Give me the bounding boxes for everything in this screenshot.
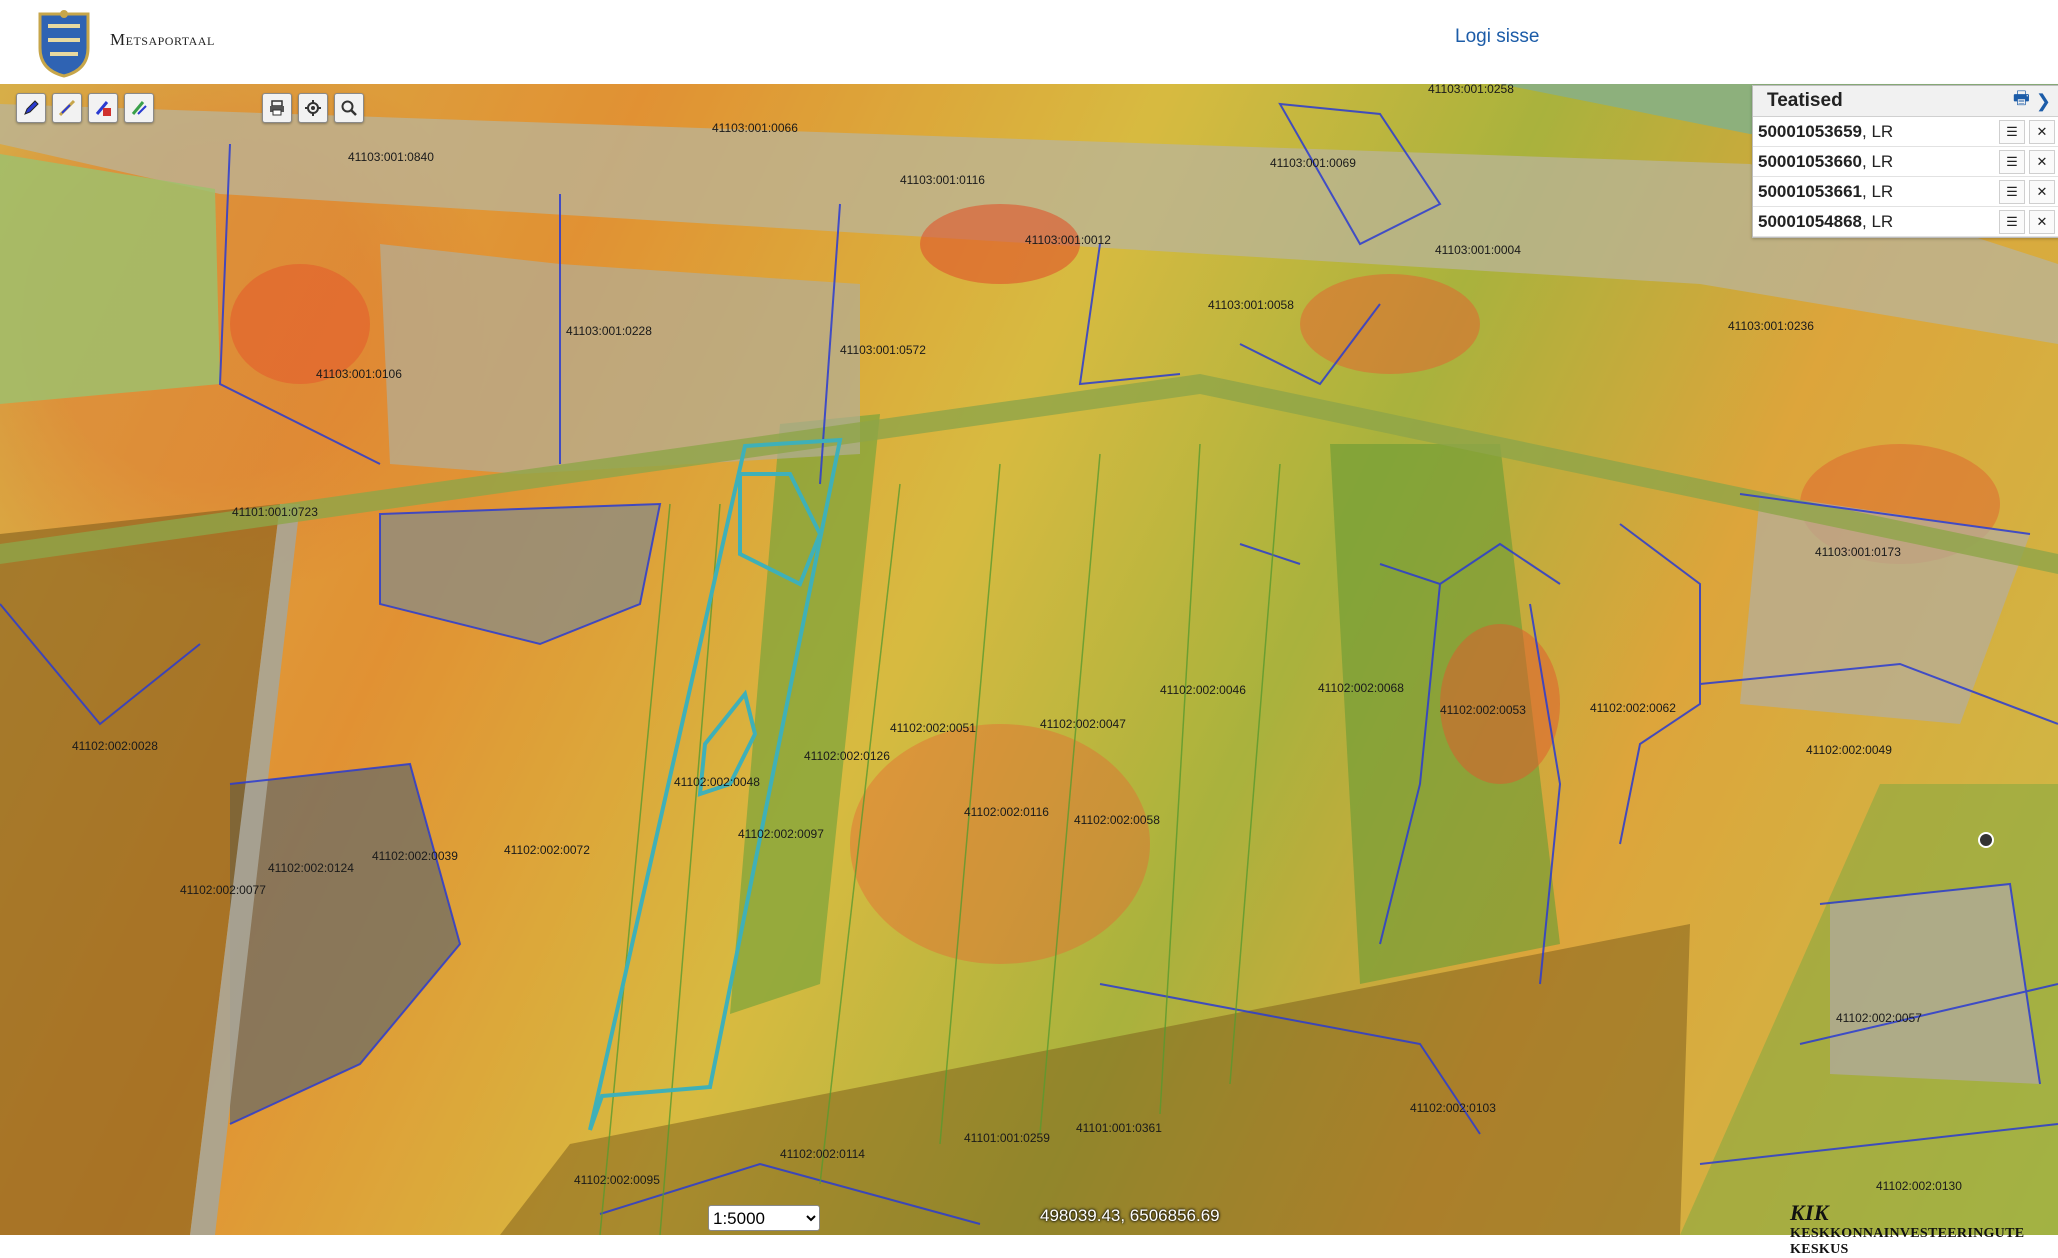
- coordinate-readout: 498039.43, 6506856.69: [1040, 1206, 1220, 1225]
- parcel-label: 41102:002:0046: [1160, 683, 1246, 697]
- panel-title: Teatised: [1767, 90, 1843, 111]
- parcel-label: 41103:001:0236: [1728, 319, 1814, 333]
- pencil-delete-icon[interactable]: [88, 93, 118, 123]
- pencil-line-icon[interactable]: [52, 93, 82, 123]
- parcel-label: 41102:002:0057: [1836, 1011, 1922, 1025]
- parcel-label: 41102:002:0126: [804, 749, 890, 763]
- pencil-icon[interactable]: [16, 93, 46, 123]
- parcel-label: 41102:002:0095: [574, 1173, 660, 1187]
- location-marker: [1978, 832, 1994, 848]
- list-icon[interactable]: ☰: [1999, 179, 2025, 204]
- print-icon[interactable]: 🖶: [2013, 86, 2030, 116]
- parcel-label: 41103:001:0012: [1025, 233, 1111, 247]
- parcel-label: 41103:001:0066: [712, 121, 798, 135]
- estonia-coat-of-arms-logo: [38, 10, 90, 78]
- map-layer: 41103:001:0066 41103:001:0840 41103:001:…: [0, 84, 2058, 1235]
- app-header: Metsaportaal Logi sisse: [0, 0, 2058, 84]
- notice-id: 50001053660: [1758, 151, 1863, 171]
- credit-logo: KIK Keskkonnainvesteeringute Keskus: [1790, 1200, 2058, 1258]
- close-icon[interactable]: ✕: [2029, 149, 2055, 174]
- kik-logo-mark: KIK: [1790, 1200, 1829, 1225]
- parcel-label: 41102:002:0114: [780, 1147, 865, 1161]
- parcel-label: 41103:001:0106: [316, 367, 402, 381]
- parcel-label: 41102:002:0047: [1040, 717, 1126, 731]
- map-toolbar: [262, 93, 364, 123]
- map-canvas[interactable]: 41103:001:0066 41103:001:0840 41103:001:…: [0, 84, 2058, 1235]
- parcel-label: 41103:001:0572: [840, 343, 926, 357]
- brand-title: Metsaportaal: [110, 30, 215, 49]
- parcel-label: 41102:002:0068: [1318, 681, 1404, 695]
- print-icon[interactable]: [262, 93, 292, 123]
- list-item[interactable]: 50001054868, LR ☰ ✕: [1753, 207, 2058, 237]
- parcel-label: 41102:002:0116: [964, 805, 1049, 819]
- notice-id: 50001053659: [1758, 121, 1863, 141]
- parcel-label: 41102:002:0051: [890, 721, 976, 735]
- parcel-label: 41103:001:0069: [1270, 156, 1356, 170]
- parcel-label: 41102:002:0039: [372, 849, 458, 863]
- parcel-label: 41101:001:0259: [964, 1131, 1050, 1145]
- parcel-label: 41101:001:0723: [232, 505, 318, 519]
- notice-type: , LR: [1862, 181, 1894, 201]
- parcel-label: 41103:001:0173: [1815, 545, 1901, 559]
- list-item[interactable]: 50001053661, LR ☰ ✕: [1753, 177, 2058, 207]
- close-icon[interactable]: ✕: [2029, 179, 2055, 204]
- parcel-label: 41103:001:0228: [566, 324, 652, 338]
- parcel-label: 41102:002:0062: [1590, 701, 1676, 715]
- notice-type: , LR: [1862, 211, 1894, 231]
- list-item[interactable]: 50001053659, LR ☰ ✕: [1753, 117, 2058, 147]
- notice-type: , LR: [1862, 151, 1894, 171]
- parcel-label: 41102:002:0130: [1876, 1179, 1962, 1193]
- chevron-right-icon[interactable]: ❯: [2036, 91, 2051, 112]
- parcel-label: 41102:002:0103: [1410, 1101, 1496, 1115]
- parcel-label: 41102:002:0053: [1440, 703, 1526, 717]
- search-icon[interactable]: [334, 93, 364, 123]
- parcel-label: 41103:001:0840: [348, 150, 434, 164]
- notice-type: , LR: [1862, 121, 1894, 141]
- draw-toolbar: [16, 93, 154, 123]
- list-item[interactable]: 50001053660, LR ☰ ✕: [1753, 147, 2058, 177]
- parcel-label: 41102:002:0049: [1806, 743, 1892, 757]
- parcel-label: 41102:002:0058: [1074, 813, 1160, 827]
- parcel-label: 41103:001:0004: [1435, 243, 1521, 257]
- list-icon[interactable]: ☰: [1999, 209, 2025, 234]
- list-icon[interactable]: ☰: [1999, 119, 2025, 144]
- parcel-label: 41103:001:0116: [900, 173, 985, 187]
- parcel-label: 41101:001:0361: [1076, 1121, 1162, 1135]
- login-link[interactable]: Logi sisse: [1455, 26, 1540, 48]
- close-icon[interactable]: ✕: [2029, 209, 2055, 234]
- parcel-label: 41102:002:0077: [180, 883, 266, 897]
- panel-header: Teatised 🖶 ❯: [1753, 86, 2058, 117]
- parcel-label: 41102:002:0048: [674, 775, 760, 789]
- close-icon[interactable]: ✕: [2029, 119, 2055, 144]
- parcel-label: 41103:001:0258: [1428, 84, 1514, 96]
- teatised-panel: Teatised 🖶 ❯ 50001053659, LR ☰ ✕ 5000105…: [1752, 85, 2058, 238]
- scale-select[interactable]: 1:5000: [708, 1205, 820, 1231]
- parcel-label: 41102:002:0028: [72, 739, 158, 753]
- notice-id: 50001054868: [1758, 211, 1863, 231]
- parcel-label: 41103:001:0058: [1208, 298, 1294, 312]
- credit-text: Keskkonnainvesteeringute Keskus: [1790, 1226, 2025, 1257]
- pencil-green-icon[interactable]: [124, 93, 154, 123]
- list-icon[interactable]: ☰: [1999, 149, 2025, 174]
- parcel-label: 41102:002:0124: [268, 861, 354, 875]
- parcel-label: 41102:002:0097: [738, 827, 824, 841]
- notice-id: 50001053661: [1758, 181, 1863, 201]
- parcel-label: 41102:002:0072: [504, 843, 590, 857]
- locate-icon[interactable]: [298, 93, 328, 123]
